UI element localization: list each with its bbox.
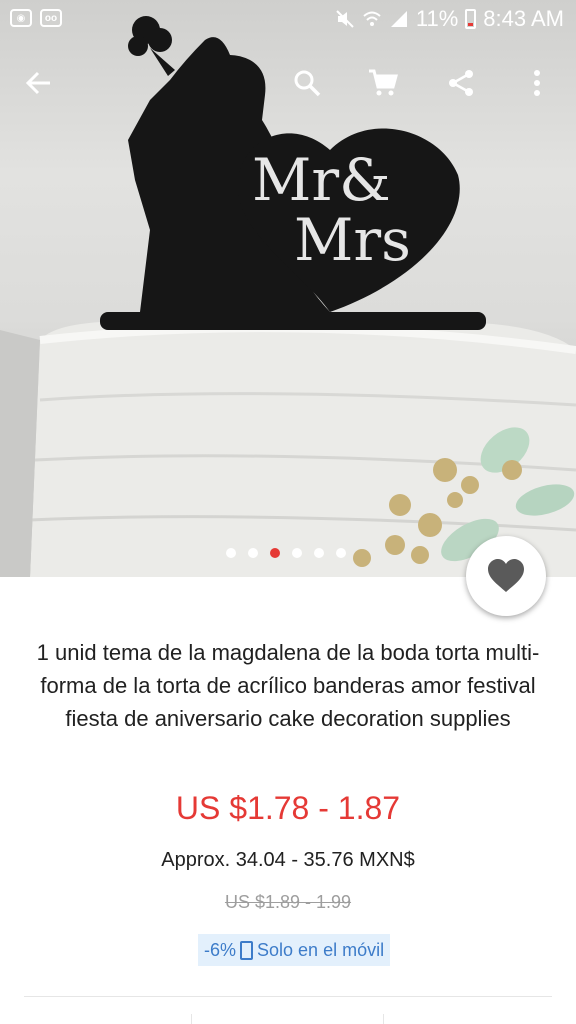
signal-icon [390,11,407,27]
wishlist-button[interactable] [466,536,546,616]
cart-icon [369,69,398,96]
original-price: US $1.89 - 1.99 [224,892,352,912]
topper-text: Mr& Mrs [252,150,452,270]
voicemail-notification-icon: oo [40,9,62,27]
mobile-only-label: Solo en el móvil [257,939,385,960]
arrow-left-icon [25,71,50,95]
mobile-discount-badge: -6% Solo en el móvil [198,934,391,966]
carousel-dot[interactable] [248,548,258,558]
share-button[interactable] [438,60,484,106]
camera-notification-icon: ◉ [10,9,32,27]
cart-button[interactable] [360,60,406,106]
clock: 8:43 AM [483,6,564,31]
battery-percent: 11% [415,6,459,31]
carousel-dot-active[interactable] [270,548,280,558]
carousel-indicators [226,548,346,558]
search-icon [294,70,321,97]
section-divider [24,996,552,997]
product-title: 1 unid tema de la magdalena de la boda t… [36,640,540,731]
tab-divider [383,1014,384,1024]
search-button[interactable] [284,60,330,106]
more-vertical-icon [534,70,540,96]
carousel-dot[interactable] [292,548,302,558]
app-toolbar [0,60,576,106]
phone-icon [240,940,254,960]
carousel-dot[interactable] [314,548,324,558]
topper-line-2: Mrs [294,206,411,274]
carousel-dot[interactable] [336,548,346,558]
back-button[interactable] [16,60,62,106]
mute-icon [336,10,354,28]
carousel-dot[interactable] [226,548,236,558]
heart-icon [488,559,524,592]
battery-icon [465,9,477,29]
share-icon [449,70,473,96]
more-options-button[interactable] [514,60,560,106]
approx-local-price: Approx. 34.04 - 35.76 MXN$ [161,849,415,871]
topper-line-1: Mr& [252,146,391,214]
discount-percent: -6% [204,939,237,960]
wifi-icon [363,11,381,26]
status-bar: ◉ oo 11% 8:43 AM [0,0,576,40]
product-price: US $1.78 - 1.87 [175,790,401,826]
tab-divider [191,1014,192,1024]
